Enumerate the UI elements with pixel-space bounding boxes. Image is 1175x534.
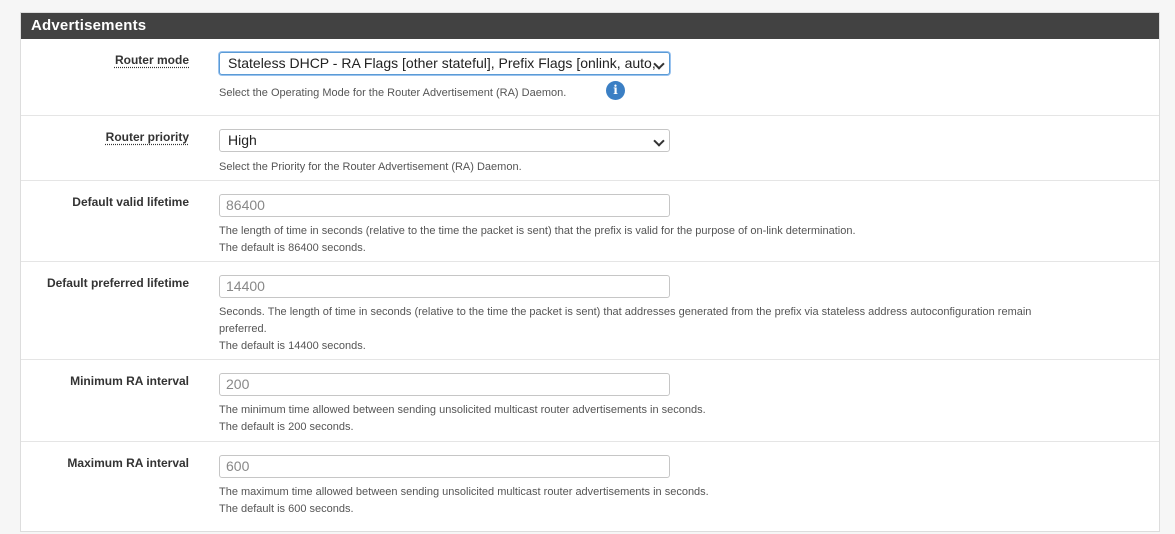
panel-title: Advertisements bbox=[21, 13, 1159, 39]
router-priority-row: Router priority High Select the Priority… bbox=[21, 115, 1159, 181]
default-preferred-lifetime-label: Default preferred lifetime bbox=[46, 276, 189, 290]
max-ra-interval-input[interactable]: 600 bbox=[219, 455, 670, 478]
min-ra-interval-help-text: The minimum time allowed between sending… bbox=[219, 404, 706, 416]
min-ra-interval-row: Minimum RA interval 200 The minimum time… bbox=[21, 359, 1159, 442]
default-valid-lifetime-input[interactable]: 86400 bbox=[219, 194, 670, 217]
chevron-down-icon bbox=[653, 135, 665, 147]
router-mode-value: Stateless DHCP - RA Flags [other statefu… bbox=[228, 55, 656, 71]
max-ra-interval-label: Maximum RA interval bbox=[67, 456, 189, 470]
router-priority-help: Select the Priority for the Router Adver… bbox=[219, 161, 522, 173]
default-preferred-lifetime-row: Default preferred lifetime 14400 Seconds… bbox=[21, 261, 1159, 360]
router-mode-label[interactable]: Router mode bbox=[115, 53, 189, 67]
default-preferred-lifetime-help-text: Seconds. The length of time in seconds (… bbox=[219, 306, 1032, 318]
router-mode-help: Select the Operating Mode for the Router… bbox=[219, 87, 567, 99]
router-priority-label[interactable]: Router priority bbox=[106, 130, 189, 144]
router-mode-select[interactable]: Stateless DHCP - RA Flags [other statefu… bbox=[219, 52, 670, 75]
min-ra-interval-default-text: The default is 200 seconds. bbox=[219, 421, 354, 433]
router-priority-select[interactable]: High bbox=[219, 129, 670, 152]
min-ra-interval-label: Minimum RA interval bbox=[70, 374, 189, 388]
router-priority-value: High bbox=[228, 132, 257, 148]
max-ra-interval-help: The maximum time allowed between sending… bbox=[219, 484, 1119, 518]
default-valid-lifetime-help: The length of time in seconds (relative … bbox=[219, 223, 1119, 257]
advertisements-panel: Advertisements Router mode Stateless DHC… bbox=[20, 12, 1160, 532]
default-preferred-lifetime-help: Seconds. The length of time in seconds (… bbox=[219, 304, 1119, 355]
router-mode-row: Router mode Stateless DHCP - RA Flags [o… bbox=[21, 39, 1159, 115]
default-valid-lifetime-row: Default valid lifetime 86400 The length … bbox=[21, 180, 1159, 262]
default-valid-lifetime-help-text: The length of time in seconds (relative … bbox=[219, 225, 856, 237]
default-preferred-lifetime-help-text-cont: preferred. bbox=[219, 323, 267, 335]
default-preferred-lifetime-input[interactable]: 14400 bbox=[219, 275, 670, 298]
info-icon[interactable]: i bbox=[606, 81, 625, 100]
min-ra-interval-input[interactable]: 200 bbox=[219, 373, 670, 396]
max-ra-interval-default-text: The default is 600 seconds. bbox=[219, 503, 354, 515]
max-ra-interval-row: Maximum RA interval 600 The maximum time… bbox=[21, 441, 1159, 534]
min-ra-interval-help: The minimum time allowed between sending… bbox=[219, 402, 1119, 436]
default-preferred-lifetime-default-text: The default is 14400 seconds. bbox=[219, 340, 366, 352]
max-ra-interval-help-text: The maximum time allowed between sending… bbox=[219, 486, 709, 498]
default-valid-lifetime-label: Default valid lifetime bbox=[72, 195, 189, 209]
default-valid-lifetime-default-text: The default is 86400 seconds. bbox=[219, 242, 366, 254]
